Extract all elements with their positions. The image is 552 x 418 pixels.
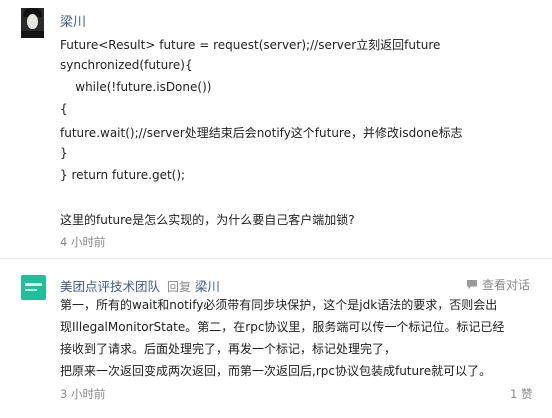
comment-text-line: 现IllegalMonitorState。第二，在rpc协议里，服务端可以传一个… [60,320,505,334]
comment-text-line: 这里的future是怎么实现的，为什么要自己客户端加锁? [60,213,355,227]
comment-timestamp[interactable]: 3 小时前 [60,386,105,402]
comment-text-line: while(!future.isDone()) [60,80,212,94]
reply-label: 回复 梁川 [167,276,220,295]
comment-text-line: 第一，所有的wait和notify必须带有同步块保护，这个是jdk语法的要求，否… [60,298,498,312]
view-conversation-link[interactable]: 查看对话 [466,276,530,293]
comment-text-line: { [60,102,68,116]
reply-word: 回复 [167,280,192,294]
comment-text-line: 把原来一次返回变成两次返回，而第一次返回后,rpc协议包装成future就可以了… [60,364,492,378]
reply-to-author[interactable]: 梁川 [195,279,220,294]
comment-text-line: } [60,146,68,160]
like-count[interactable]: 1 赞 [510,386,532,402]
comment-text-line: future.wait();//server处理结束后会notify这个futu… [60,126,463,140]
view-conversation-label: 查看对话 [482,278,531,292]
comment-text-line: Future<Result> future = request(server);… [60,38,441,52]
avatar[interactable] [21,8,44,38]
chat-bubble-icon [466,279,478,290]
divider [0,258,552,259]
comment-author[interactable]: 美团点评技术团队 [60,276,160,295]
comment-thread: 梁川 Future<Result> future = request(serve… [0,0,552,418]
avatar[interactable] [21,275,46,300]
comment-author[interactable]: 梁川 [60,11,86,30]
comment-text-line: } return future.get(); [60,168,186,182]
comment-text-line: 接收到了请求。后面处理完了，再发一个标记，标记处理完了， [60,342,397,356]
comment-timestamp[interactable]: 4 小时前 [60,234,105,250]
comment-text-line: synchronized(future){ [60,58,193,72]
